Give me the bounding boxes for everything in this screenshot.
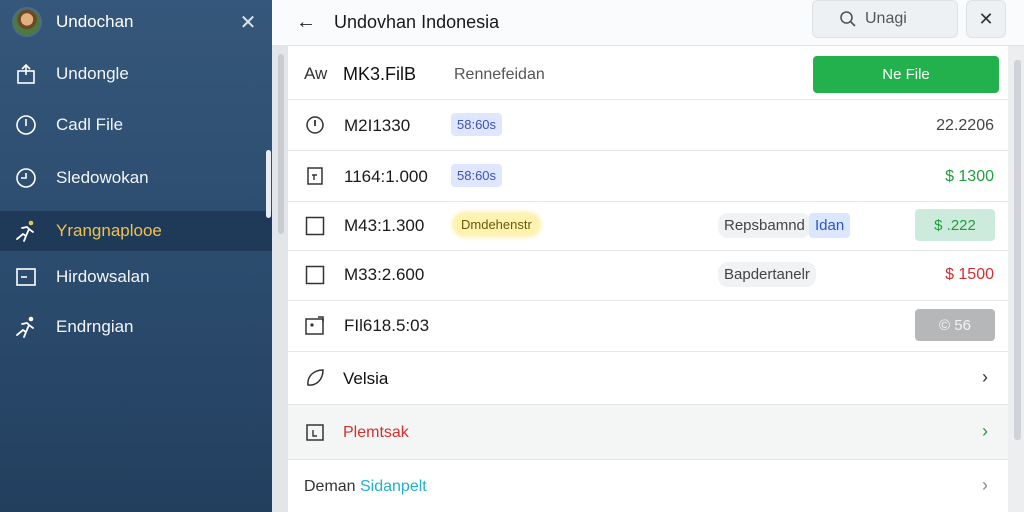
- run-icon: [14, 315, 38, 339]
- compass-icon: [304, 114, 326, 136]
- row-amount: $ 1500: [945, 266, 994, 283]
- right-scrollbar[interactable]: [1014, 60, 1021, 440]
- sidebar-item-label: Cadl File: [56, 115, 124, 134]
- row-code: M43:1.300: [344, 216, 425, 235]
- close-button[interactable]: ✕: [966, 0, 1006, 38]
- column-header-file: MK3.FilB: [343, 64, 417, 84]
- clock-icon: [14, 113, 38, 137]
- calendar-icon: [304, 421, 326, 443]
- time-badge: 58:60s: [451, 164, 503, 187]
- sidebar-item-label: Sledowokan: [56, 168, 149, 187]
- row-code: M2I1330: [344, 116, 411, 135]
- sidebar-item-hirdowsalan[interactable]: Hirdowsalan: [0, 257, 272, 297]
- row-code: 1164:1.000: [344, 167, 428, 186]
- list-item-velsia[interactable]: Velsia ›: [288, 352, 1008, 405]
- sidebar-item-sledowokan[interactable]: Sledowokan: [0, 158, 272, 198]
- sidebar-item-yrangnaplooe[interactable]: Yrangnaplooe: [0, 211, 272, 251]
- checkbox[interactable]: [304, 215, 326, 237]
- list-item-sublabel: Sidanpelt: [360, 478, 427, 495]
- list-item-label: Deman: [304, 478, 356, 495]
- chevron-right-icon[interactable]: ›: [982, 475, 988, 496]
- sidebar-title: Undochan: [56, 12, 134, 31]
- chevron-right-icon[interactable]: ›: [982, 421, 988, 442]
- label-tag: Idan: [809, 213, 851, 238]
- checkbox[interactable]: [304, 264, 326, 286]
- search-icon: [840, 11, 856, 27]
- new-file-button[interactable]: Ne File: [813, 56, 999, 93]
- sidebar-header: Undochan ✕: [0, 0, 272, 44]
- run-icon: [14, 219, 38, 243]
- highlight-badge: Dmdehenstr: [453, 213, 540, 236]
- left-scrollbar[interactable]: [278, 54, 284, 234]
- search-placeholder: Unagi: [865, 10, 907, 27]
- column-header-aw: Aw: [304, 64, 328, 83]
- sidebar-item-label: Yrangnaplooe: [56, 221, 162, 240]
- back-arrow-icon[interactable]: ←: [296, 11, 320, 34]
- sidebar-item-label: Hirdowsalan: [56, 267, 150, 286]
- table-row[interactable]: M43:1.300 Dmdehenstr Repsbamnd Idan $ .2…: [288, 202, 1008, 251]
- sidebar-item-undongle[interactable]: Undongle: [0, 54, 272, 94]
- status-tag: Bapdertanelr: [718, 262, 816, 287]
- sidebar-item-cadl-file[interactable]: Cadl File: [0, 105, 272, 145]
- avatar[interactable]: [12, 7, 42, 37]
- row-amount: 22.2206: [936, 117, 994, 134]
- close-icon[interactable]: ✕: [236, 10, 260, 35]
- box-icon: [14, 265, 38, 289]
- count-chip[interactable]: © 56: [915, 309, 995, 341]
- time-badge: 58:60s: [451, 113, 503, 136]
- column-header-name: Rennefeidan: [454, 66, 545, 83]
- upload-icon: [14, 62, 38, 86]
- table-row[interactable]: M33:2.600 Bapdertanelr $ 1500: [288, 251, 1008, 301]
- list-item-label: Velsia: [343, 369, 389, 388]
- table-row[interactable]: M2I1330 58:60s 22.2206: [288, 100, 1008, 151]
- status-tag: Repsbamnd: [718, 213, 811, 238]
- row-code: M33:2.600: [344, 265, 425, 284]
- clock-icon: [14, 166, 38, 190]
- sidebar-item-endrngian[interactable]: Endrngian: [0, 307, 272, 347]
- sidebar: Undochan ✕ Undongle Cadl File Sledowokan…: [0, 0, 272, 512]
- sidebar-scrollbar[interactable]: [266, 150, 271, 218]
- list-item-label: Plemtsak: [343, 424, 409, 441]
- document-icon: [304, 165, 326, 187]
- table-row[interactable]: 1164:1.000 58:60s $ 1300: [288, 151, 1008, 202]
- row-amount: $ 1300: [945, 168, 994, 185]
- amount-chip[interactable]: $ .222: [915, 209, 995, 241]
- row-code: FIl618.5:03: [344, 316, 430, 335]
- chevron-right-icon[interactable]: ›: [982, 367, 988, 388]
- table-row[interactable]: FIl618.5:03 © 56: [288, 301, 1008, 352]
- sidebar-item-label: Undongle: [56, 64, 129, 83]
- search-input[interactable]: Unagi: [812, 0, 958, 38]
- leaf-icon: [304, 367, 326, 389]
- list-item-deman[interactable]: Deman Sidanpelt ›: [288, 460, 1008, 512]
- list-item-plemtsak[interactable]: Plemtsak ›: [288, 405, 1008, 460]
- image-icon: [304, 314, 326, 336]
- sidebar-item-label: Endrngian: [56, 317, 134, 336]
